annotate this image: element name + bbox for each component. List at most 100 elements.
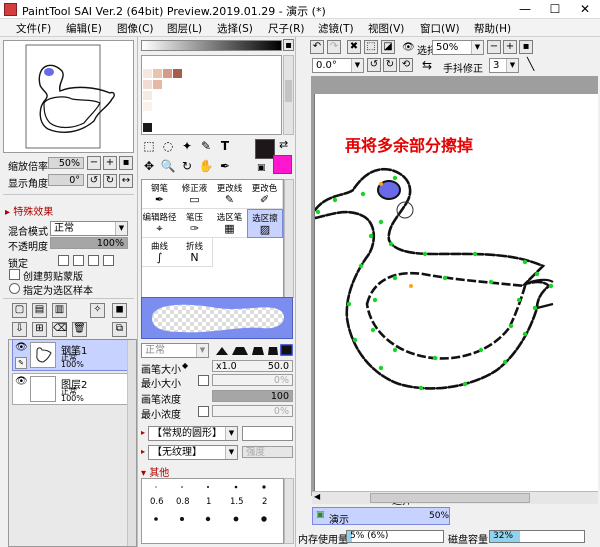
brush-change-line[interactable]: 更改线 ✎ [212, 180, 248, 209]
swatch[interactable] [143, 102, 152, 111]
menu-window[interactable]: 窗口(W) [420, 21, 460, 36]
min-density-checkbox[interactable] [198, 406, 209, 417]
lock-move-checkbox[interactable] [88, 255, 99, 266]
palette-scrollbar[interactable] [283, 55, 294, 135]
menu-ruler[interactable]: 尺子(R) [268, 21, 305, 36]
size-preset-label[interactable]: 2 [262, 497, 267, 507]
lock-all-checkbox[interactable] [103, 255, 114, 266]
canvas-zoom-in-button[interactable]: + [503, 40, 517, 54]
menu-layer[interactable]: 图层(L) [167, 21, 202, 36]
secondary-color-swatch[interactable] [273, 155, 292, 174]
special-effects-header[interactable]: ▸ 特殊效果 [5, 203, 53, 218]
canvas-rotate-left-button[interactable]: ↺ [367, 58, 381, 72]
rotate-reset-button[interactable]: ↔ [119, 174, 133, 188]
swatch[interactable] [143, 123, 152, 132]
min-size-slider[interactable]: 0% [212, 374, 293, 386]
navigator-preview[interactable] [3, 40, 134, 153]
delete-layer-icon[interactable]: 🗑 [72, 322, 87, 337]
canvas-hscrollbar[interactable]: ◀ 选择 [312, 491, 598, 507]
brush-density-slider[interactable]: 100 [212, 390, 293, 402]
tool-8[interactable]: ✋ [198, 158, 214, 174]
brush-correction[interactable]: 修正液 ▭ [177, 180, 213, 209]
canvas-rotate-right-button[interactable]: ↻ [383, 58, 397, 72]
primary-color-swatch[interactable] [255, 139, 275, 159]
brush-pressure[interactable]: 笔压 ✑ [177, 209, 213, 238]
brush-change-color[interactable]: 更改色 ✐ [247, 180, 283, 209]
tool-4[interactable]: T [217, 138, 233, 154]
palette-scroll-thumb[interactable] [285, 80, 292, 102]
merge-down-icon[interactable]: ⊞ [32, 322, 47, 337]
transfer-down-icon[interactable]: ⇩ [12, 322, 27, 337]
maximize-button[interactable]: ☐ [540, 0, 570, 19]
blend-mode-select[interactable]: 正常 ▼ [50, 221, 128, 236]
minimize-button[interactable]: — [510, 0, 540, 19]
menu-view[interactable]: 视图(V) [368, 21, 404, 36]
tool-9[interactable]: ✒ [217, 158, 233, 174]
brush-selection-eraser[interactable]: 选区擦 ▨ [247, 209, 283, 238]
new-folder-icon[interactable]: ▤ [32, 303, 47, 318]
stabilizer-select[interactable]: 3 ▼ [489, 58, 519, 73]
tool-6[interactable]: 🔍 [160, 158, 176, 174]
clear-icon[interactable]: ✖ [347, 40, 361, 54]
invert-selection-icon[interactable]: ◪ [381, 40, 395, 54]
tool-0[interactable]: ⬚ [141, 138, 157, 154]
layer-list-scrollbar[interactable] [127, 340, 136, 546]
swatch[interactable] [153, 69, 162, 78]
size-preset-label[interactable]: 0.8 [176, 497, 190, 507]
tool-1[interactable]: ◌ [160, 138, 176, 154]
selection-sample-radio[interactable] [9, 283, 20, 294]
rotate-left-button[interactable]: ↺ [87, 174, 101, 188]
layer-toggle-icon[interactable]: ◼ [112, 303, 127, 318]
opacity-slider[interactable]: 100% [50, 237, 128, 249]
zoom-in-button[interactable]: + [103, 156, 117, 170]
nav-angle-slider[interactable]: 0° [48, 174, 84, 186]
menu-filter[interactable]: 滤镜(T) [318, 21, 354, 36]
canvas-zoom-reset-button[interactable]: ▪ [519, 40, 533, 54]
expand-arrow-icon[interactable]: ▸ [141, 428, 145, 437]
brush-edge-options[interactable] [214, 343, 293, 357]
brush-edit-path[interactable]: 编辑路径 ⌖ [142, 209, 178, 238]
swatch-palette[interactable] [141, 55, 282, 135]
transparent-color-icon[interactable]: ▣ [257, 163, 266, 173]
zoom-out-button[interactable]: − [87, 156, 101, 170]
brush-texture-select[interactable]: 【无纹理】 ▼ [148, 445, 238, 460]
tool-7[interactable]: ↻ [179, 158, 195, 174]
new-layer-icon[interactable]: ▢ [12, 303, 27, 318]
swatch[interactable] [143, 69, 152, 78]
swatch[interactable] [173, 69, 182, 78]
clear-layer-icon[interactable]: ⌫ [52, 322, 67, 337]
swatch[interactable] [143, 91, 152, 100]
straight-line-icon[interactable]: ╲ [527, 57, 534, 71]
size-dropdown-icon[interactable]: ◆ [182, 361, 188, 370]
flip-horizontal-icon[interactable]: ⇆ [422, 58, 432, 72]
size-preset-label[interactable]: 0.6 [150, 497, 164, 507]
layer-settings-icon[interactable]: ⧉ [112, 322, 127, 337]
new-mask-icon[interactable]: ▥ [52, 303, 67, 318]
layer-item-layer2[interactable]: 👁 图层2 正常 100% [12, 373, 133, 405]
lock-transparency-checkbox[interactable] [58, 255, 69, 266]
zoom-reset-button[interactable]: ▪ [119, 156, 133, 170]
eye-icon[interactable]: 👁 [15, 376, 28, 388]
brush-polyline[interactable]: 折线 N [177, 238, 213, 267]
size-preset-label[interactable]: 1.5 [230, 497, 244, 507]
other-section-header[interactable]: ▾ 其他 [141, 464, 169, 479]
canvas-angle-select[interactable]: 0.0° ▼ [312, 58, 364, 73]
gradient-toggle-button[interactable]: ▪ [283, 39, 294, 51]
clipping-mask-checkbox[interactable] [9, 269, 20, 280]
lock-paint-checkbox[interactable] [73, 255, 84, 266]
nav-zoom-slider[interactable]: 50% [48, 157, 84, 169]
menu-edit[interactable]: 编辑(E) [66, 21, 102, 36]
redo-icon[interactable]: ↷ [327, 40, 341, 54]
menu-select[interactable]: 选择(S) [217, 21, 253, 36]
canvas-rotate-reset-button[interactable]: ⟲ [399, 58, 413, 72]
deselect-icon[interactable]: ⬚ [364, 40, 378, 54]
menu-file[interactable]: 文件(F) [16, 21, 51, 36]
eye-icon[interactable]: 👁 [15, 342, 28, 354]
value-gradient-bar[interactable] [141, 40, 282, 51]
scroll-left-icon[interactable]: ◀ [314, 492, 320, 501]
expand-arrow-icon[interactable]: ▸ [141, 447, 145, 456]
layer-effect-icon[interactable]: ✧ [90, 303, 105, 318]
swatch[interactable] [143, 80, 152, 89]
eye-icon[interactable]: 👁 [402, 42, 415, 53]
tool-5[interactable]: ✥ [141, 158, 157, 174]
